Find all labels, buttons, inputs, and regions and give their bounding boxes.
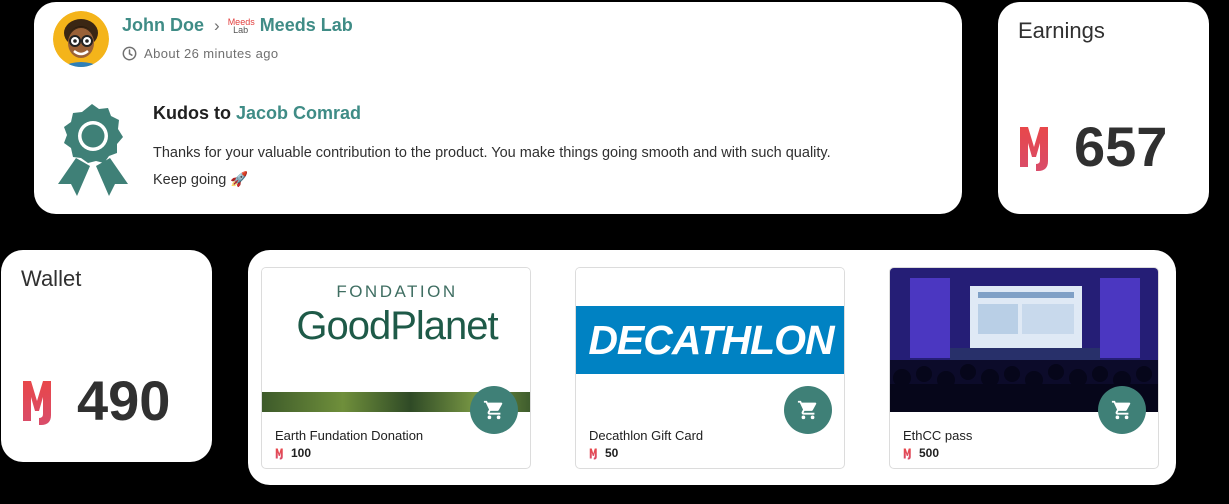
add-to-cart-button[interactable] [1098,386,1146,434]
perks-panel: FONDATION GoodPlanet Earth Fundation Don… [248,250,1176,485]
perk-card[interactable]: FONDATION GoodPlanet Earth Fundation Don… [261,267,531,469]
earnings-value: 657 [1074,115,1168,178]
space-name[interactable]: Meeds Lab [260,15,353,36]
activity-time[interactable]: About 26 minutes ago [144,46,278,61]
kudos-title: Kudos to Jacob Comrad [153,103,362,123]
shopping-cart-icon [483,399,505,421]
meeds-token-icon [903,447,914,460]
perk-price: 500 [903,446,939,460]
meeds-token-icon [589,447,600,460]
wallet-label: Wallet [21,266,82,291]
clock-icon [122,46,137,61]
wallet-card[interactable]: Wallet 490 [1,250,212,462]
kudos-message: Thanks for your valuable contribution to… [153,145,831,188]
perk-card[interactable]: EthCC pass 500 [889,267,1159,469]
perk-name: Decathlon Gift Card [589,428,704,443]
shopping-cart-icon [1111,399,1133,421]
earnings-card[interactable]: Earnings 657 [998,2,1209,214]
meeds-token-icon [21,375,63,427]
author-name[interactable]: John Doe [122,15,204,36]
perk-name: EthCC pass [903,428,973,443]
kudos-recipient[interactable]: Jacob Comrad [236,103,361,123]
wallet-value: 490 [77,369,171,432]
perk-price: 100 [275,446,311,460]
shopping-cart-icon [797,399,819,421]
ribbon-award-icon [58,104,128,196]
add-to-cart-button[interactable] [784,386,832,434]
add-to-cart-button[interactable] [470,386,518,434]
earnings-label: Earnings [1018,18,1105,43]
meeds-token-icon [1018,121,1060,173]
perk-card[interactable]: DECATHLON Decathlon Gift Card 50 [575,267,845,469]
kudos-activity-card: John Doe › Meeds Lab Meeds Lab About 26 m… [34,2,962,214]
meeds-token-icon [275,447,286,460]
chevron-right-icon: › [214,15,220,35]
rocket-icon: 🚀 [230,172,249,188]
perk-price: 50 [589,446,618,460]
perk-name: Earth Fundation Donation [275,428,424,443]
avatar[interactable] [53,11,109,67]
space-logo: Meeds Lab [227,16,255,35]
